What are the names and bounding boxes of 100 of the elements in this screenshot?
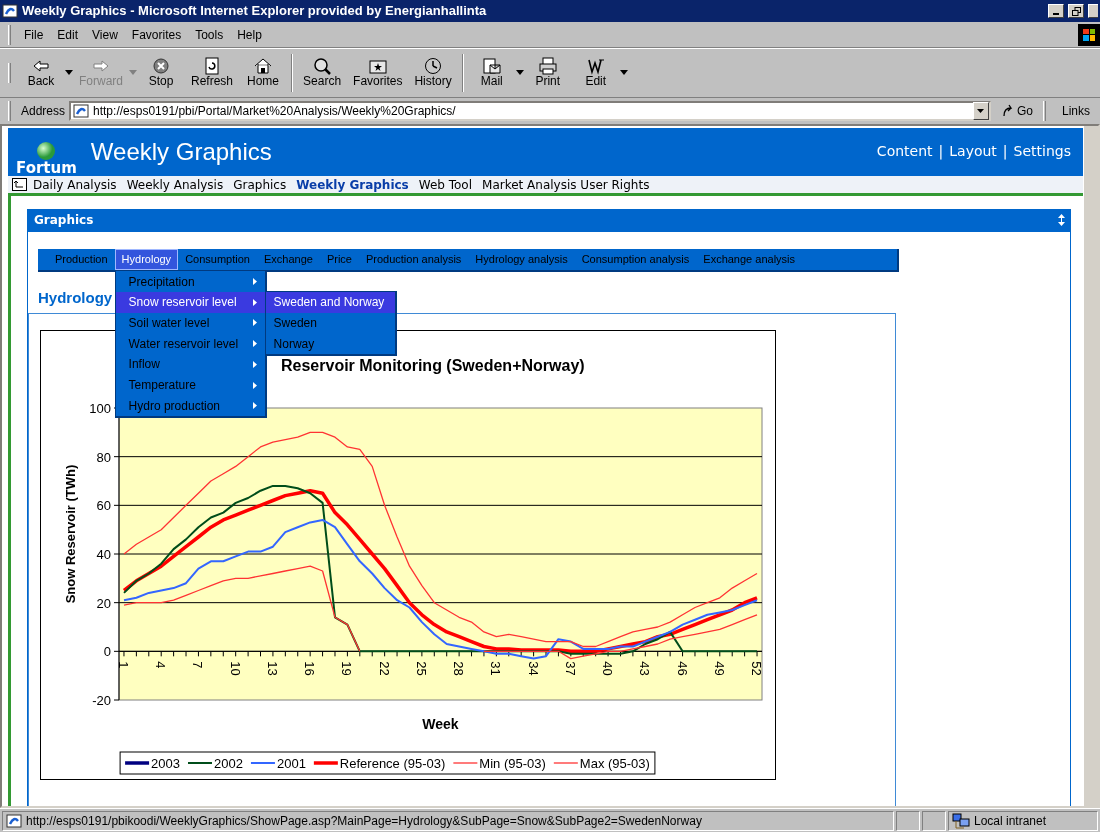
menu-item[interactable]: File [17,23,51,46]
axis-tick-label: 16 [302,660,318,676]
category-tab[interactable]: Price [319,249,359,270]
header-link[interactable]: Layout [949,141,997,162]
caret-icon[interactable] [65,70,73,76]
toolbar-button[interactable]: Mail [467,57,516,89]
category-tab[interactable]: Consumption analysis [574,249,697,270]
axis-tick-label: 100 [89,400,111,416]
up-level-icon[interactable] [12,178,27,191]
toolbar-button[interactable]: Home [239,57,288,89]
category-tab[interactable]: Production [48,249,115,270]
scrollbar[interactable] [1083,126,1098,806]
axis-tick-label: 49 [711,660,727,676]
axis-tick-label: 13 [264,660,280,676]
minimize-button[interactable] [1048,4,1064,18]
menu-item[interactable]: Inflow [115,354,265,375]
close-button[interactable] [1088,4,1098,18]
legend-label: Min (95-03) [479,755,546,771]
globe-icon [36,141,57,161]
axis-tick-label: 40 [96,546,111,562]
menu-item[interactable]: Tools [188,23,231,46]
toolbar-button[interactable]: Refresh [185,57,240,89]
page-title: Weekly Graphics [90,137,273,167]
submenu-arrow-icon [252,298,257,306]
menu-item[interactable]: View [85,23,125,46]
axis-title: Snow Reservoir (TWh) [63,464,78,603]
toolbar-button[interactable]: Print [523,57,572,89]
menu-item[interactable]: Help [230,23,269,46]
submenu-arrow-icon [252,319,257,327]
toolbar-button[interactable]: Favorites [347,57,409,89]
menu-item[interactable]: Precipitation [115,271,265,292]
collapse-icon[interactable] [1058,214,1065,226]
axis-tick-label: 31 [488,660,504,676]
nav-link[interactable]: Weekly Graphics [292,175,413,194]
toolbar-button[interactable]: Back [17,57,65,89]
category-tab[interactable]: Consumption [178,249,257,270]
toolbar-button[interactable]: Stop [137,57,185,89]
menu-item[interactable]: Snow reservoir level [115,291,265,313]
menu-item[interactable]: Norway [265,333,395,354]
toolbar-button[interactable]: Edit [571,57,620,89]
toolbar-button[interactable]: History [408,57,458,89]
menu-item[interactable]: Hydro production [115,395,265,417]
menu-item[interactable]: Soil water level [115,312,265,334]
submenu-arrow-icon [252,402,257,410]
menu-item[interactable]: Favorites [124,23,189,46]
caret-icon [977,109,985,113]
legend-label: 2003 [151,755,180,771]
submenu-arrow-icon [252,340,257,348]
axis-tick-label: 43 [637,660,653,676]
axis-tick-label: 19 [339,660,355,676]
category-tab[interactable]: Exchange analysis [696,249,803,270]
nav-link[interactable]: Weekly Analysis [122,175,228,194]
status-zone: Local intranet [974,812,1047,830]
category-tab[interactable]: Hydrology [114,249,179,270]
dropdown-button[interactable] [972,102,989,120]
menu-item[interactable]: Water reservoir level [115,333,265,354]
caret-icon[interactable] [515,70,524,76]
arrow-icon [1000,104,1015,118]
submenu-arrow-icon [252,381,257,389]
category-tab[interactable]: Hydrology analysis [468,249,575,270]
restore-button[interactable] [1068,4,1084,18]
links-button[interactable]: Links [1056,102,1096,120]
nav-link[interactable]: Market Analysis User Rights [478,175,654,194]
nav-link[interactable]: Graphics [229,175,291,194]
category-tab[interactable]: Exchange [256,249,320,270]
menu-item[interactable]: Temperature [115,374,265,396]
toolbar-button[interactable]: Search [297,57,348,89]
star-folder-icon [367,57,388,76]
windows-logo [1078,23,1100,46]
axis-tick-label: 34 [525,660,541,676]
search-icon [312,57,333,76]
nav-link[interactable]: Web Tool [414,175,477,194]
panel-title: Graphics [34,212,94,229]
nav-link[interactable]: Daily Analysis [29,175,121,194]
address-field[interactable]: http://esps0191/pbi/Portal/Market%20Analysis/Weekly%20Graphics/ [69,101,991,121]
legend-label: Max (95-03) [579,755,650,771]
caret-icon[interactable] [619,70,628,76]
legend-label: Reference (95-03) [339,755,446,771]
page-icon [73,103,90,119]
axis-tick-label: 22 [376,660,392,676]
menu-item[interactable]: Edit [50,23,86,46]
axis-tick-label: 40 [600,660,616,676]
separator-text: | [1002,142,1008,162]
header-link[interactable]: Content [876,141,933,162]
axis-tick-label: 25 [413,660,429,676]
chart-title: Reservoir Monitoring (Sweden+Norway) [281,356,585,374]
category-tab[interactable]: Production analysis [358,249,469,270]
envelope-icon [481,57,502,76]
axis-tick-label: 52 [749,660,765,676]
menu-item[interactable]: Sweden and Norway [265,291,395,313]
axis-tick-label: 60 [96,497,111,513]
separator-text: | [938,142,944,162]
menu-item[interactable]: Sweden [265,312,395,334]
restore-icon [1071,6,1081,16]
go-button[interactable]: Go [994,102,1039,120]
axis-tick-label: 4 [153,660,169,669]
axis-tick-label: -20 [92,692,111,708]
header-link[interactable]: Settings [1013,141,1071,162]
submenu-arrow-icon [252,360,257,368]
status-pane [896,810,920,831]
